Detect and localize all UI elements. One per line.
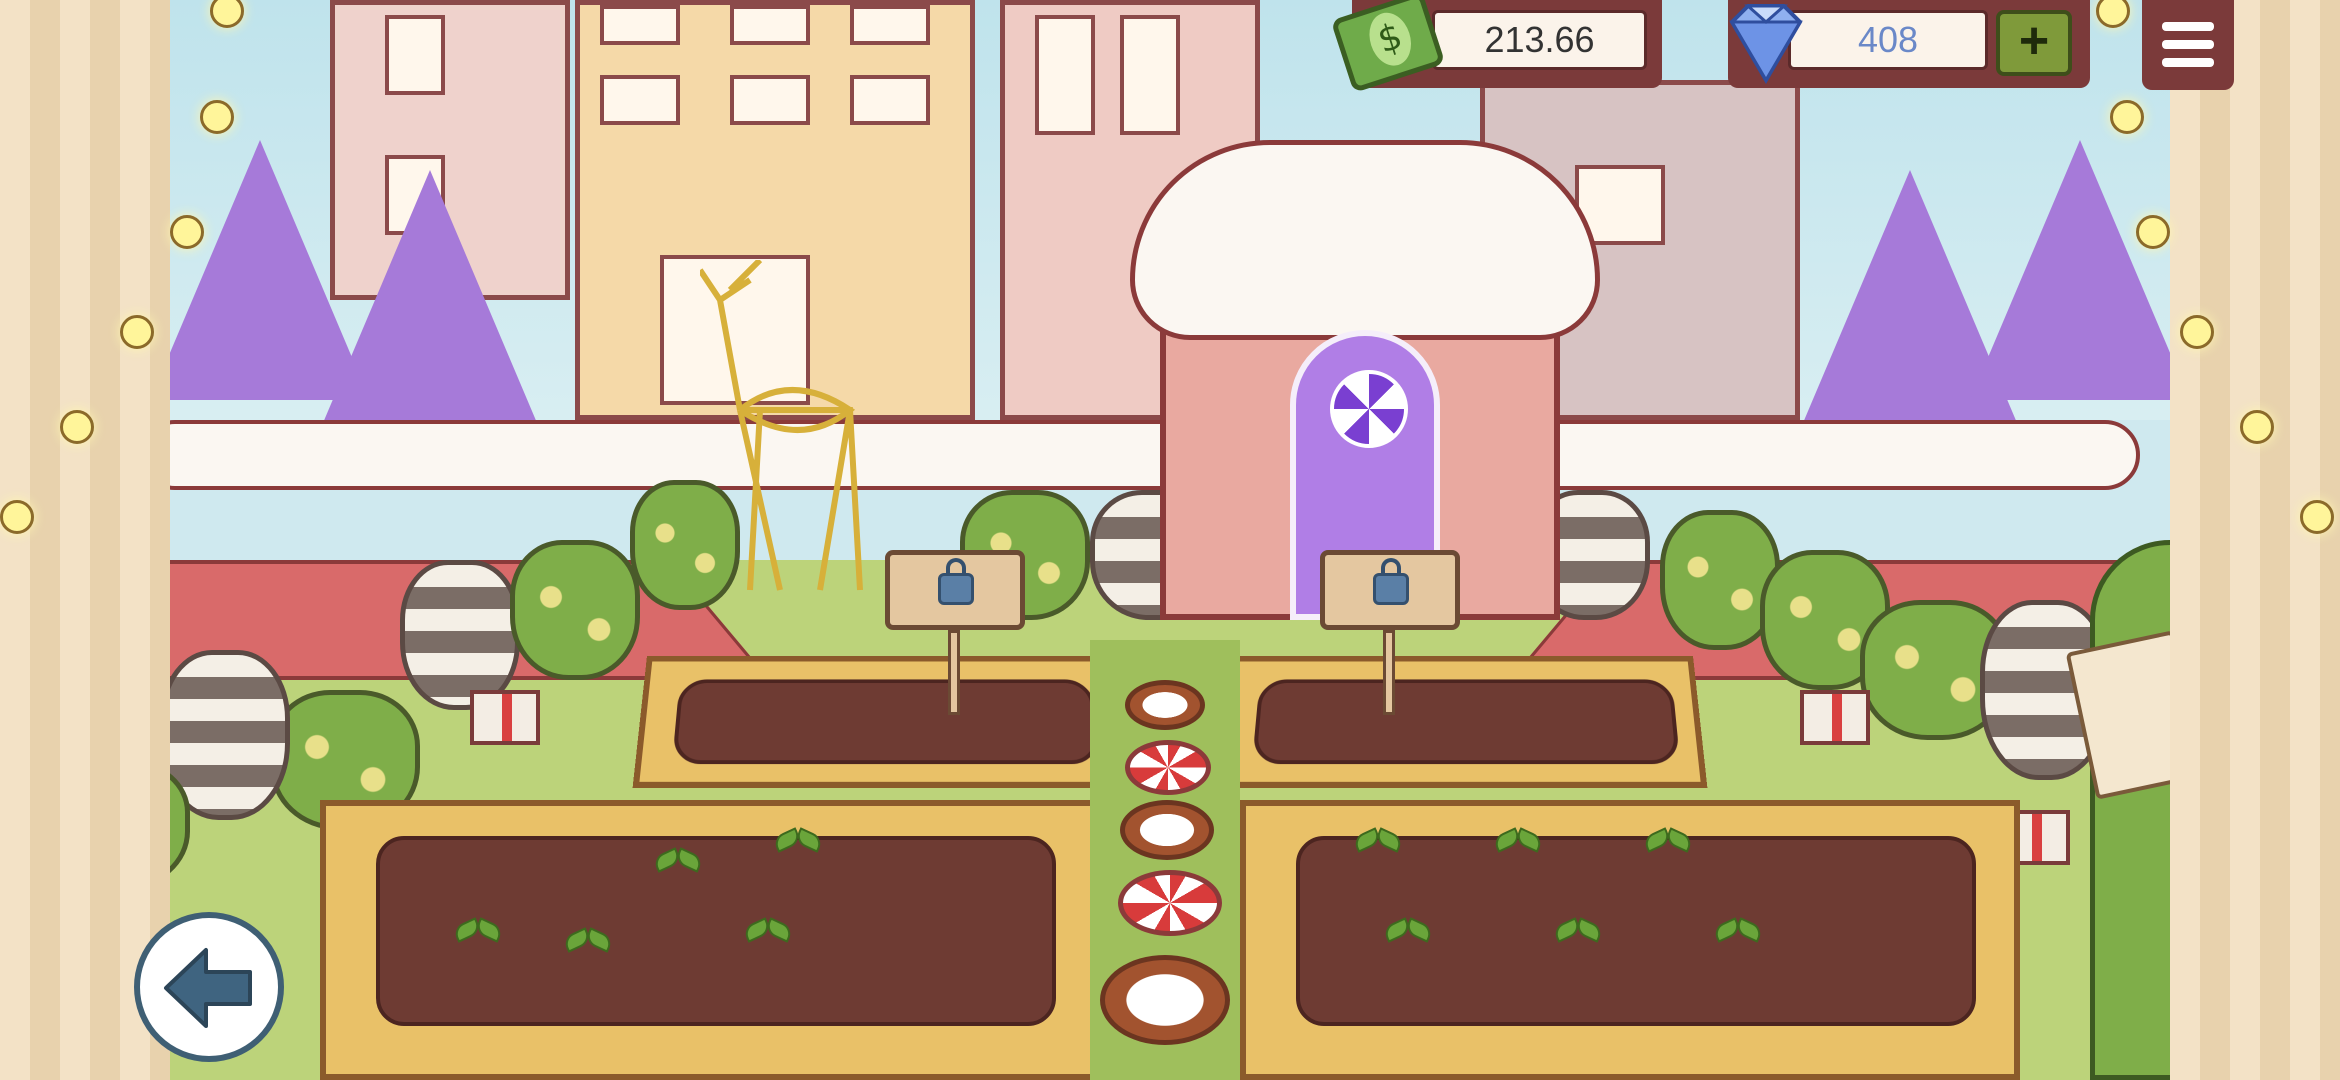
soil-plot[interactable] [1251, 679, 1681, 765]
game-scene [0, 0, 2340, 1080]
gift-box [1800, 690, 1870, 745]
gems-amount: 408 [1788, 10, 1988, 70]
cookie-stepping-stone [1100, 955, 1230, 1045]
gift-sack [400, 560, 520, 710]
string-light [60, 410, 94, 444]
string-light [170, 215, 204, 249]
string-light [2300, 500, 2334, 534]
string-light [120, 315, 154, 349]
money-amount: 213.66 [1432, 10, 1647, 70]
frosted-roof [1130, 140, 1600, 340]
gift-box [470, 690, 540, 745]
string-light [2180, 315, 2214, 349]
diamond-icon [1729, 4, 1803, 84]
soil-plot[interactable] [671, 679, 1101, 765]
locked-plot-sign[interactable] [1320, 550, 1460, 715]
garden-bed[interactable] [320, 800, 1100, 1080]
left-curtain [0, 0, 170, 1080]
string-light [2136, 215, 2170, 249]
add-gems-button[interactable]: + [1996, 10, 2072, 76]
gift-sack [510, 540, 640, 680]
string-light [0, 500, 34, 534]
christmas-tree [320, 170, 540, 430]
right-curtain [2170, 0, 2340, 1080]
peppermint-stepping-stone [1118, 870, 1222, 936]
menu-button[interactable] [2142, 0, 2234, 90]
light-reindeer [700, 260, 863, 591]
garden-bed[interactable] [632, 656, 1128, 788]
peppermint-stepping-stone [1125, 740, 1211, 795]
cookie-stepping-stone [1120, 800, 1214, 860]
back-button[interactable] [134, 912, 284, 1062]
back-arrow-icon [164, 948, 252, 1028]
hamburger-menu-icon [2162, 22, 2214, 31]
peppermint-swirl [1330, 370, 1408, 448]
garden-bed[interactable] [1240, 800, 2020, 1080]
padlock-icon [938, 558, 974, 605]
cookie-stepping-stone [1125, 680, 1205, 730]
string-light [2110, 100, 2144, 134]
snow-hedge [140, 420, 2140, 490]
padlock-icon [1373, 558, 1409, 605]
garden-bed[interactable] [1212, 656, 1708, 788]
string-light [2240, 410, 2274, 444]
locked-plot-sign[interactable] [885, 550, 1025, 715]
christmas-tree [1970, 140, 2190, 400]
string-light [200, 100, 234, 134]
